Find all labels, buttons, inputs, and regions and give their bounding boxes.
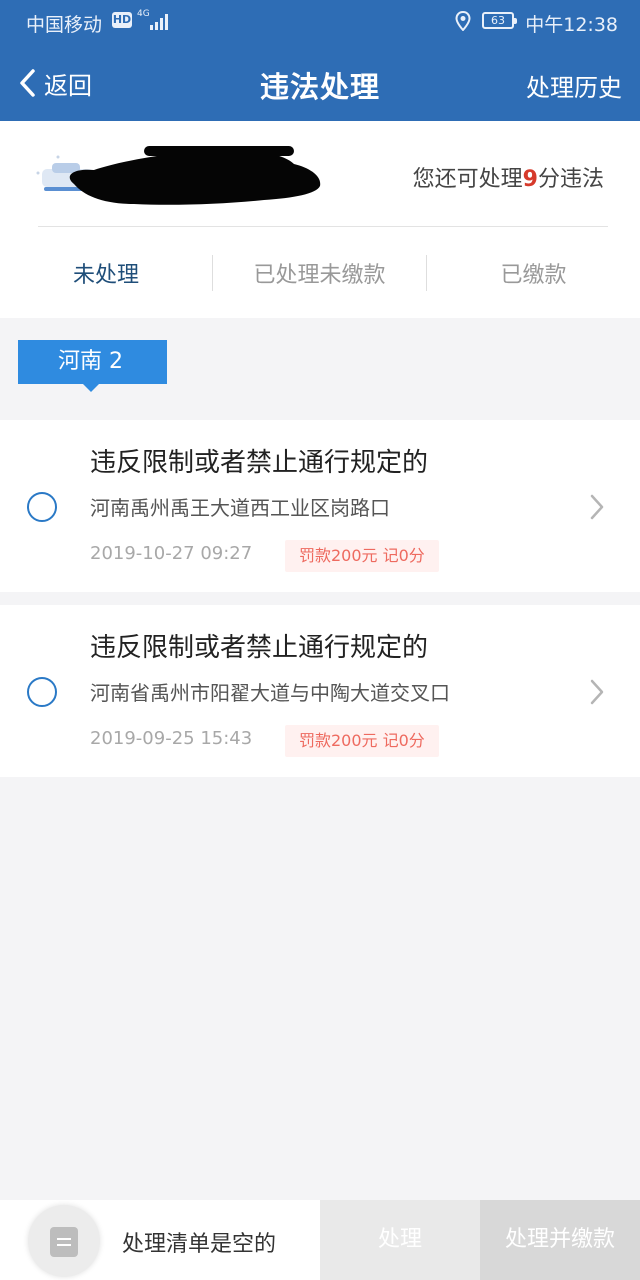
fine-badge: 罚款200元 记0分 [285,540,439,572]
redacted-plate [69,146,321,205]
violation-location: 河南省禹州市阳翟大道与中陶大道交叉口 [90,681,450,705]
location-icon [455,11,471,31]
process-button[interactable]: 处理 [320,1200,480,1280]
hd-badge: HD [112,12,132,28]
history-button[interactable]: 处理历史 [526,68,622,103]
tab-paid[interactable]: 已缴款 [427,227,640,318]
violation-title: 违反限制或者禁止通行规定的 [90,448,429,478]
tab-processed-unpaid[interactable]: 已处理未缴款 [213,227,426,318]
points-suffix: 分违法 [537,167,604,192]
fine-badge: 罚款200元 记0分 [285,725,439,757]
tab-unprocessed[interactable]: 未处理 [0,227,212,318]
points-prefix: 您还可处理 [412,167,523,192]
violation-time: 2019-09-25 15:43 [90,728,253,749]
violation-time: 2019-10-27 09:27 [90,543,253,564]
select-radio[interactable] [27,677,57,707]
violation-item[interactable]: 违反限制或者禁止通行规定的 河南省禹州市阳翟大道与中陶大道交叉口 2019-09… [0,605,640,777]
list-icon [50,1227,78,1257]
status-tabs: 未处理 已处理未缴款 已缴款 [0,227,640,318]
back-label: 返回 [44,71,92,100]
network-type: 4G [137,9,150,19]
status-bar: 中国移动 HD 4G 63 中午12:38 [0,0,640,44]
bottom-action-bar: 处理清单是空的 处理 处理并缴款 [0,1200,640,1280]
back-button[interactable]: 返回 [18,66,92,100]
process-list-button[interactable] [28,1205,100,1277]
chevron-right-icon [590,494,604,520]
violation-location: 河南禹州禹王大道西工业区岗路口 [90,496,390,520]
process-and-pay-button[interactable]: 处理并缴款 [480,1200,640,1280]
carrier-name: 中国移动 [26,14,103,36]
chevron-right-icon [590,679,604,705]
chevron-left-icon [20,69,35,97]
status-time: 中午12:38 [525,14,618,36]
points-value: 9 [522,167,538,192]
region-tag: 河南 2 [18,340,167,392]
battery-icon: 63 [482,12,517,29]
nav-bar: 返回 违法处理 处理历史 [0,44,640,121]
select-radio[interactable] [27,492,57,522]
violation-title: 违反限制或者禁止通行规定的 [90,633,429,663]
remaining-points-text: 您还可处理9分违法 [413,161,604,193]
signal-icon [150,14,168,30]
empty-list-text: 处理清单是空的 [122,1232,277,1257]
violation-item[interactable]: 违反限制或者禁止通行规定的 河南禹州禹王大道西工业区岗路口 2019-10-27… [0,420,640,592]
vehicle-summary: 您还可处理9分违法 未处理 已处理未缴款 已缴款 [0,121,640,318]
